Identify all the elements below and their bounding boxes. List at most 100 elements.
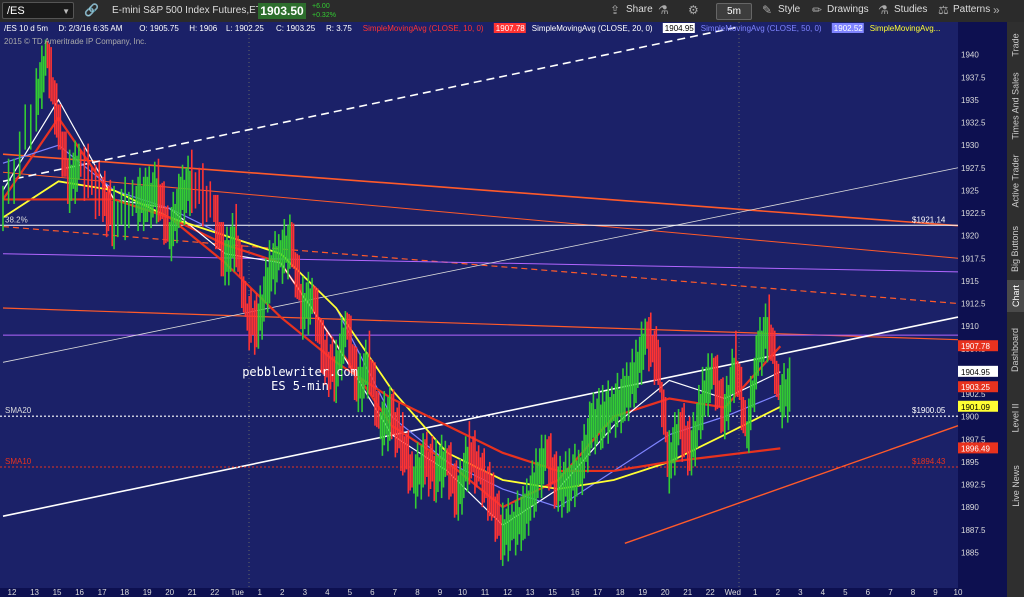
more-icon[interactable]: » [993,3,1000,17]
header-info-1: D: 2/3/16 6:35 AM [58,24,122,33]
patterns-icon[interactable]: ⚖ [938,3,949,17]
price-chart[interactable]: 18851887.518901892.518951897.519001902.5… [0,22,1007,597]
y-tick-label: 1920 [961,232,979,241]
study-label-3: SimpleMovingAvg... [870,24,941,33]
style-icon[interactable]: ✎ [762,3,772,17]
y-tick-label: 1887.5 [961,526,986,535]
x-tick-label: 5 [843,588,848,597]
copyright-text: 2015 © TD Ameritrade IP Company, Inc. [4,37,146,46]
share-button[interactable]: Share [626,4,653,15]
symbol-title: E-mini S&P 500 Index Futures,ETH [112,5,270,16]
x-tick-label: 1 [753,588,758,597]
symbol-text: /ES [7,5,25,17]
flask-icon[interactable]: ⚗ [658,3,669,17]
drawings-button[interactable]: Drawings [827,4,869,15]
x-tick-label: 13 [526,588,535,597]
side-panel: Trade Times And Sales Active Trader Big But… [1007,22,1024,597]
x-tick-label: 20 [165,588,174,597]
x-tick-label: 12 [8,588,17,597]
gear-icon[interactable]: ⚙ [688,3,699,17]
y-tick-label: 1885 [961,548,979,557]
header-info-6: R: 3.75 [326,24,352,33]
x-tick-label: 10 [458,588,467,597]
x-tick-label: 5 [348,588,353,597]
symbol-selector[interactable]: /ES ▼ [2,2,74,19]
x-tick-label: 6 [370,588,375,597]
sidebar-tab-active-trader[interactable]: Active Trader [1007,144,1024,218]
drawings-icon[interactable]: ✏ [812,3,822,17]
header-info-3: H: 1906 [189,24,218,33]
sma20-label: SMA20 [5,406,32,415]
y-tick-label: 1932.5 [961,119,986,128]
sidebar-tab-label: Dashboard [1010,327,1021,373]
x-tick-label: 19 [143,588,152,597]
x-tick-label: 18 [616,588,625,597]
x-tick-label: 22 [706,588,715,597]
header-info-5: C: 1903.25 [276,24,316,33]
x-tick-label: 17 [98,588,107,597]
x-tick-label: 17 [593,588,602,597]
x-tick-label: 16 [571,588,580,597]
y-tick-label: 1935 [961,96,979,105]
studies-button[interactable]: Studies [894,4,927,15]
sidebar-tab-trade[interactable]: Trade [1007,22,1024,68]
sidebar-tab-label: Trade [1010,33,1021,57]
patterns-button[interactable]: Patterns [953,4,990,15]
x-tick-label: Tue [230,588,244,597]
sidebar-tab-big-buttons[interactable]: Big Buttons [1007,219,1024,279]
header-info-4: L: 1902.25 [226,24,264,33]
y-tick-label: 1910 [961,322,979,331]
x-tick-label: 8 [415,588,420,597]
price-badge-0: 1907.78 [961,342,990,351]
change-percent: +0.32% [312,12,336,19]
x-tick-label: 9 [438,588,443,597]
sidebar-tab-live-news[interactable]: Live News [1007,449,1024,523]
y-tick-label: 1922.5 [961,209,986,218]
x-tick-label: 2 [280,588,285,597]
x-tick-label: 20 [661,588,670,597]
watermark-site: pebblewriter.com [242,365,358,379]
x-tick-label: Wed [725,588,741,597]
x-tick-label: 6 [866,588,871,597]
last-price: 1903.50 [258,3,306,19]
x-tick-label: 4 [821,588,826,597]
fib-label: 38.2% [5,215,28,224]
study-label-0: SimpleMovingAvg (CLOSE, 10, 0) [363,24,484,33]
change-points: +6.00 [312,3,330,10]
y-tick-label: 1930 [961,141,979,150]
x-tick-label: 22 [210,588,219,597]
y-tick-label: 1925 [961,186,979,195]
sma10-label: SMA10 [5,457,32,466]
price-change: +6.00 +0.32% [312,2,336,20]
chevron-down-icon[interactable]: ▼ [62,3,70,20]
sidebar-tab-chart[interactable]: Chart [1007,280,1024,312]
header-info-2: O: 1905.75 [139,24,179,33]
sidebar-tab-label: Live News [1010,465,1021,507]
price-badge-2: 1903.25 [961,383,990,392]
x-tick-label: 3 [303,588,308,597]
sidebar-tab-dashboard[interactable]: Dashboard [1007,313,1024,387]
y-tick-label: 1940 [961,51,979,60]
x-tick-label: 1 [258,588,263,597]
y-tick-label: 1892.5 [961,481,986,490]
x-tick-label: 7 [888,588,893,597]
y-tick-label: 1915 [961,277,979,286]
x-tick-label: 21 [683,588,692,597]
sidebar-tab-times-and-sales[interactable]: Times And Sales [1007,69,1024,143]
y-tick-label: 1927.5 [961,164,986,173]
y-tick-label: 1890 [961,503,979,512]
study-label-2: SimpleMovingAvg (CLOSE, 50, 0) [701,24,822,33]
sidebar-tab-level-ii[interactable]: Level II [1007,388,1024,448]
link-icon[interactable]: 🔗 [84,3,99,17]
style-button[interactable]: Style [778,4,800,15]
timeframe-button[interactable]: 5m [716,3,752,20]
x-tick-label: 11 [481,588,490,597]
y-tick-label: 1912.5 [961,300,986,309]
study-value-0: 1907.78 [496,24,525,33]
studies-icon[interactable]: ⚗ [878,3,889,17]
study-label-1: SimpleMovingAvg (CLOSE, 20, 0) [532,24,653,33]
y-tick-label: 1895 [961,458,979,467]
y-tick-label: 1900 [961,413,979,422]
share-icon[interactable]: ⇪ [610,3,620,17]
x-tick-label: 19 [638,588,647,597]
